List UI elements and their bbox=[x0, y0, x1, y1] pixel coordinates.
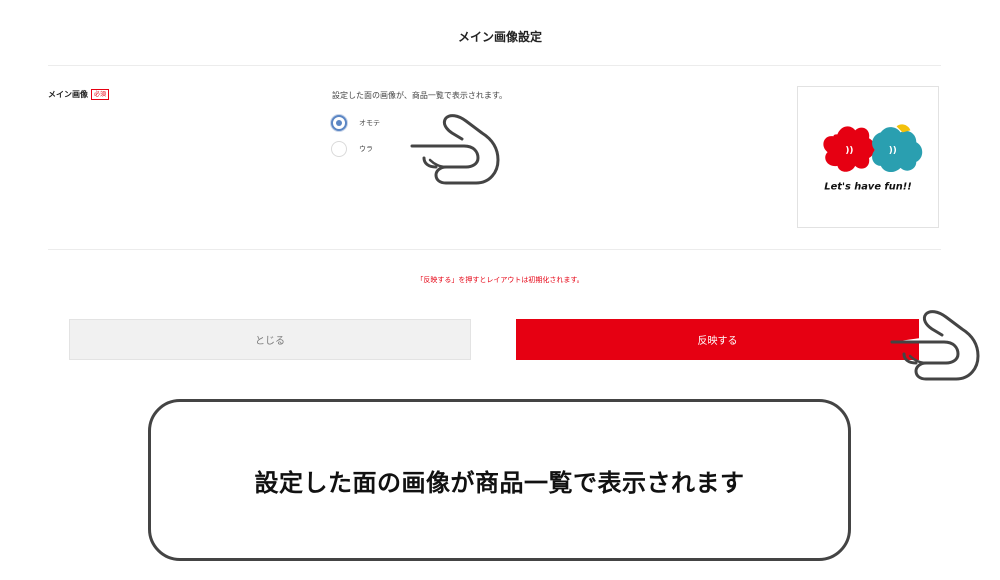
pointing-hand-icon bbox=[410, 114, 500, 185]
main-image-description: 設定した面の画像が、商品一覧で表示されます。 bbox=[332, 91, 508, 100]
close-button[interactable]: とじる bbox=[69, 319, 471, 360]
divider-top bbox=[48, 65, 941, 66]
divider-bottom bbox=[48, 249, 941, 250]
radio-checked-icon[interactable] bbox=[331, 115, 347, 131]
reset-notice: 「反映する」を押すとレイアウトは初期化されます。 bbox=[416, 276, 584, 284]
svg-text:)): )) bbox=[845, 146, 853, 156]
radio-option-front-label: オモテ bbox=[359, 119, 380, 127]
callout-text: 設定した面の画像が商品一覧で表示されます bbox=[254, 468, 745, 497]
main-image-field-label: メイン画像 必須 bbox=[48, 89, 110, 100]
close-button-label: とじる bbox=[255, 336, 285, 347]
svg-text:)): )) bbox=[889, 146, 897, 156]
required-badge: 必須 bbox=[91, 89, 110, 100]
apply-button-label: 反映する bbox=[697, 336, 738, 347]
apply-button[interactable]: 反映する bbox=[516, 319, 919, 360]
radio-unchecked-icon[interactable] bbox=[331, 141, 347, 157]
radio-option-back-label: ウラ bbox=[359, 145, 373, 153]
page-title: メイン画像設定 bbox=[457, 30, 542, 44]
radio-option-front[interactable]: オモテ bbox=[331, 115, 380, 131]
main-image-preview: )) )) Let's have fun!! bbox=[797, 86, 939, 228]
preview-caption: Let's have fun!! bbox=[824, 182, 911, 193]
preview-artwork: )) )) Let's have fun!! bbox=[823, 124, 923, 193]
main-image-label: メイン画像 bbox=[48, 90, 88, 99]
callout-box: 設定した面の画像が商品一覧で表示されます bbox=[148, 399, 851, 561]
radio-option-back[interactable]: ウラ bbox=[331, 141, 373, 157]
